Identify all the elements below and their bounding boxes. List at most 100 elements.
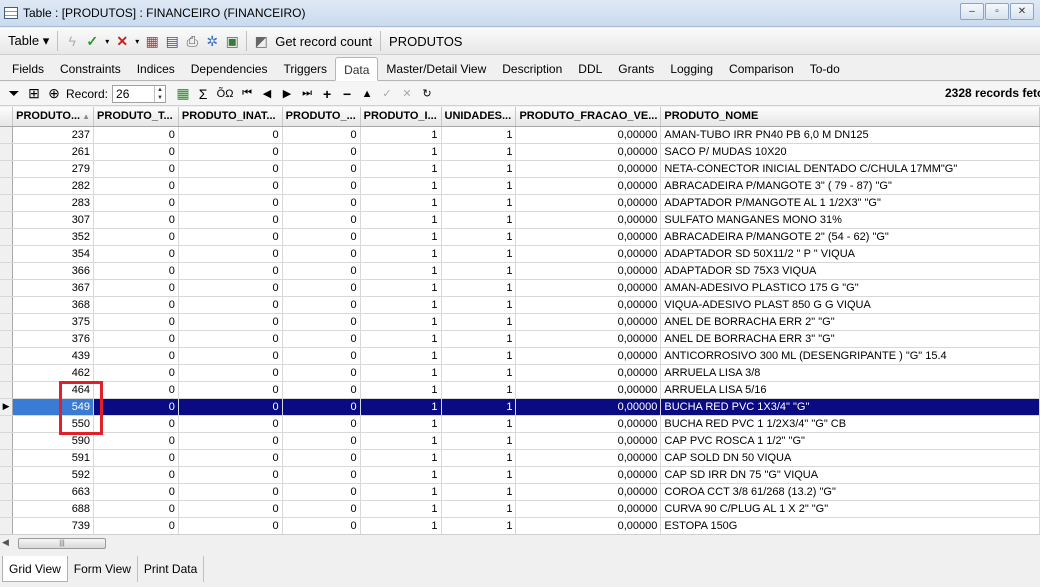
table-cell[interactable]: 0 [178,296,283,314]
table-cell[interactable]: 0 [282,483,361,501]
column-header[interactable]: PRODUTO_... [282,107,361,127]
table-row[interactable]: 550 0 0 0 1 1 0,00000 BUCHA RED PVC 1 1/2X3/4" … [0,415,1040,433]
table-cell[interactable]: 0 [93,483,179,501]
table-cell[interactable]: 1 [441,313,517,331]
row-indicator[interactable] [0,143,14,161]
table-cell[interactable]: 1 [441,330,517,348]
table-cell[interactable]: 0,00000 [515,194,662,212]
table-cell[interactable]: 0 [282,381,361,399]
lightning-icon[interactable]: ϟ [63,32,81,50]
table-cell[interactable]: 1 [360,296,442,314]
table-cell[interactable]: 0 [282,279,361,297]
table-cell[interactable]: 1 [441,211,517,229]
table-row[interactable]: 439 0 0 0 1 1 0,00000 ANTICORROSIVO 300 ML (DES… [0,347,1040,365]
tab-to-do[interactable]: To-do [802,58,848,80]
print-icon[interactable]: ⎙ [183,32,201,50]
table-cell[interactable]: 0,00000 [515,466,662,484]
table-cell[interactable]: 0 [93,364,179,382]
row-indicator[interactable] [0,432,14,450]
table-cell[interactable]: 1 [360,211,442,229]
table-cell[interactable]: 739 [12,517,95,534]
table-row[interactable]: 590 0 0 0 1 1 0,00000 CAP PVC ROSCA 1 1/2" "G" [0,432,1040,450]
table-cell[interactable]: 375 [12,313,95,331]
table-cell[interactable]: 462 [12,364,95,382]
edit-record-icon[interactable]: ▲ [360,88,374,100]
table-cell[interactable]: 352 [12,228,95,246]
refresh-icon[interactable]: ↻ [420,87,434,100]
table-cell[interactable]: 592 [12,466,95,484]
table-cell[interactable]: 0 [93,211,179,229]
table-cell[interactable]: 1 [441,466,517,484]
table-cell[interactable]: 0 [178,330,283,348]
row-indicator[interactable] [0,449,14,467]
row-indicator[interactable] [0,296,14,314]
table-cell[interactable]: 663 [12,483,95,501]
tab-ddl[interactable]: DDL [570,58,610,80]
column-header[interactable]: UNIDADES... [441,107,517,127]
table-menu-button[interactable]: Table ▾ [4,30,53,52]
table-cell[interactable]: BUCHA RED PVC 1X3/4" "G" [660,398,1040,416]
table-cell[interactable]: ADAPTADOR SD 75X3 VIQUA [660,262,1040,280]
table-cell[interactable]: 1 [441,245,517,263]
table-cell[interactable]: 0 [93,517,179,534]
table-row[interactable]: 367 0 0 0 1 1 0,00000 AMAN-ADESIVO PLASTICO 175… [0,279,1040,297]
table-row[interactable]: 261 0 0 0 1 1 0,00000 SACO P/ MUDAS 10X20 [0,143,1040,161]
table-cell[interactable]: 1 [441,279,517,297]
table-cell[interactable]: 0 [93,160,179,178]
table-cell[interactable]: AMAN-ADESIVO PLASTICO 175 G "G" [660,279,1040,297]
table-cell[interactable]: 283 [12,194,95,212]
table-cell[interactable]: COROA CCT 3/8 61/268 (13.2) "G" [660,483,1040,501]
table-cell[interactable]: ABRACADEIRA P/MANGOTE 2" (54 - 62) "G" [660,228,1040,246]
table-cell[interactable]: 0 [282,449,361,467]
table-cell[interactable]: 0,00000 [515,398,662,416]
column-header[interactable]: PRODUTO... ▲ [12,107,95,127]
table-cell[interactable]: 439 [12,347,95,365]
table-cell[interactable]: 1 [360,177,442,195]
table-cell[interactable]: 1 [360,143,442,161]
column-header[interactable]: PRODUTO_NOME [660,107,1040,127]
table-cell[interactable]: 1 [360,381,442,399]
table-row[interactable]: 688 0 0 0 1 1 0,00000 CURVA 90 C/PLUG AL 1 X 2"… [0,500,1040,518]
table-cell[interactable]: 0 [178,245,283,263]
table-cell[interactable]: 1 [360,279,442,297]
last-record-icon[interactable]: ⏭ [300,87,314,100]
table-cell[interactable]: 1 [441,432,517,450]
grid-refresh-icon[interactable]: ▤ [163,32,181,50]
table-cell[interactable]: 464 [12,381,95,399]
row-indicator[interactable] [0,313,14,331]
table-cell[interactable]: 0,00000 [515,449,662,467]
table-row[interactable]: 592 0 0 0 1 1 0,00000 CAP SD IRR DN 75 "G" VIQU… [0,466,1040,484]
table-row[interactable]: 376 0 0 0 1 1 0,00000 ANEL DE BORRACHA ERR 3" "… [0,330,1040,348]
table-cell[interactable]: 1 [360,228,442,246]
column-header[interactable]: PRODUTO_FRACAO_VE... [515,107,662,127]
tab-triggers[interactable]: Triggers [275,58,335,80]
row-indicator[interactable] [0,347,14,365]
table-cell[interactable]: 0,00000 [515,126,662,144]
table-cell[interactable]: 550 [12,415,95,433]
tab-constraints[interactable]: Constraints [52,58,129,80]
tab-comparison[interactable]: Comparison [721,58,802,80]
table-cell[interactable]: 0 [282,517,361,534]
tab-grid-view[interactable]: Grid View [2,556,68,582]
table-cell[interactable]: 1 [441,143,517,161]
table-cell[interactable]: 0 [282,262,361,280]
delete-record-icon[interactable]: − [340,86,354,102]
table-cell[interactable]: 0 [282,466,361,484]
table-cell[interactable]: 0,00000 [515,228,662,246]
table-cell[interactable]: 0 [178,347,283,365]
table-cell[interactable]: 0 [178,381,283,399]
column-header[interactable]: PRODUTO_T... [93,107,179,127]
tab-indices[interactable]: Indices [129,58,183,80]
row-indicator[interactable] [0,194,14,212]
table-cell[interactable]: 1 [441,126,517,144]
table-cell[interactable]: 0 [282,160,361,178]
filter-icon[interactable]: ⏷ [5,85,23,103]
table-cell[interactable]: 0 [178,449,283,467]
row-indicator[interactable] [0,330,14,348]
table-cell[interactable]: 0 [178,466,283,484]
table-row[interactable]: 237 0 0 0 1 1 0,00000 AMAN-TUBO IRR PN40 PB 6,0… [0,126,1040,144]
table-cell[interactable]: 307 [12,211,95,229]
table-cell[interactable]: 1 [360,466,442,484]
table-cell[interactable]: 0 [93,177,179,195]
table-cell[interactable]: 0,00000 [515,330,662,348]
